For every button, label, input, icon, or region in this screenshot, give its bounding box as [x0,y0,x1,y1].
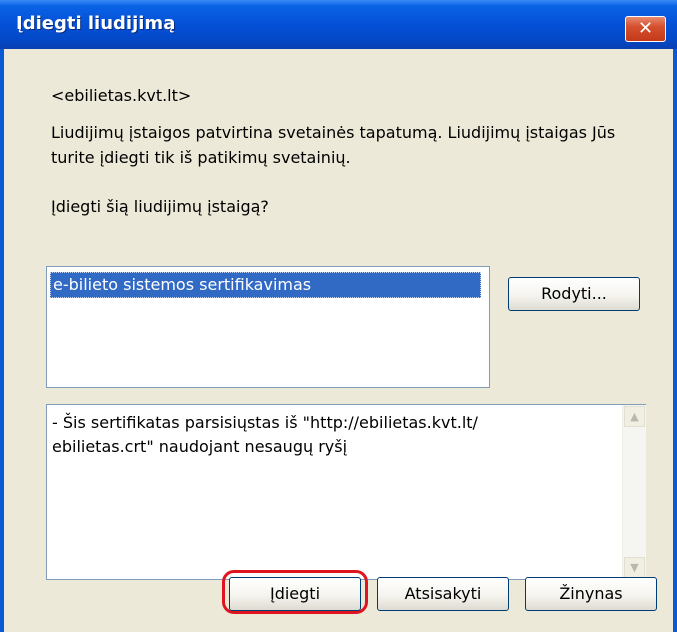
scroll-up-arrow-icon[interactable]: ▲ [624,406,645,427]
description-line-1: Liudijimų įstaigos patvirtina svetainės … [51,123,616,142]
description-line-2: turite įdiegti tik iš patikimų svetainių… [51,148,351,167]
view-button[interactable]: Rodyti... [508,277,640,311]
dialog-title: Įdiegti liudijimą [16,13,176,34]
window-frame-right [673,49,677,632]
help-button[interactable]: Žinynas [525,577,657,611]
install-question: Įdiegti šią liudijimų įstaigą? [51,197,269,216]
scroll-down-arrow-icon[interactable]: ▼ [624,557,645,578]
title-bar[interactable]: Įdiegti liudijimą ✕ [0,0,677,49]
window-frame-left [0,49,4,632]
certificate-details-text: - Šis sertifikatas parsisiųstas iš "http… [52,413,478,456]
certificate-list[interactable]: e-bilieto sistemos sertifikavimas [46,266,490,388]
certificate-details-textarea[interactable]: - Šis sertifikatas parsisiųstas iš "http… [46,404,646,580]
cancel-button[interactable]: Atsisakyti [377,577,509,611]
install-certificate-dialog: Įdiegti liudijimą ✕ <ebilietas.kvt.lt> L… [0,0,677,632]
list-item[interactable]: e-bilieto sistemos sertifikavimas [50,272,481,298]
site-name: <ebilietas.kvt.lt> [51,86,192,105]
install-button[interactable]: Įdiegti [229,577,361,611]
close-button[interactable]: ✕ [625,16,666,42]
vertical-scrollbar[interactable]: ▲ ▼ [622,405,646,579]
close-icon: ✕ [637,18,654,39]
